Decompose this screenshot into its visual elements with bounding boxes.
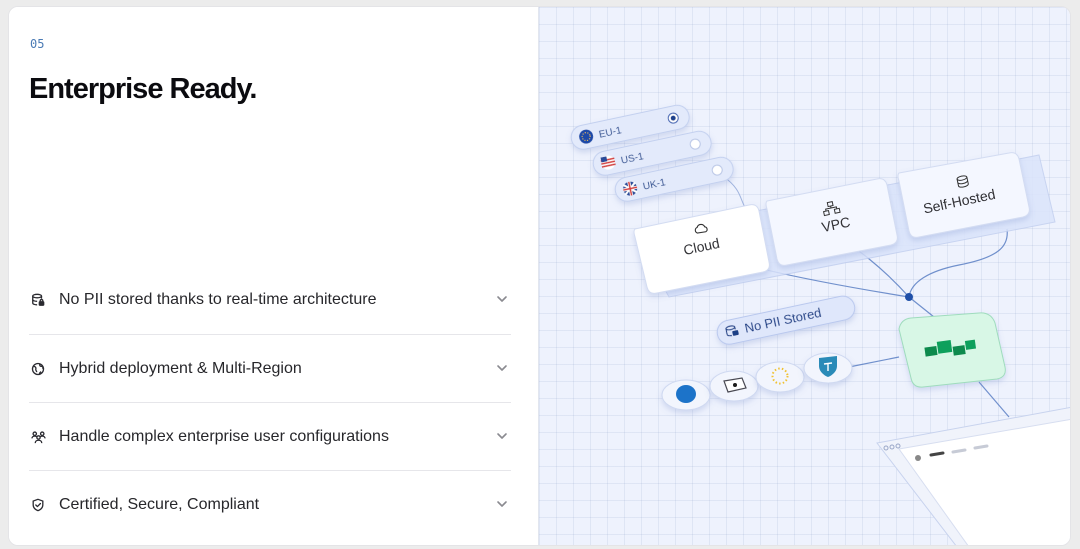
no-pii-stored-badge: No PII Stored — [716, 295, 856, 345]
accordion-item-user-configurations[interactable]: Handle complex enterprise user configura… — [29, 402, 511, 470]
chevron-down-icon — [495, 429, 509, 443]
app-window-mockup — [876, 407, 1070, 545]
shield-check-icon — [31, 497, 47, 513]
deployment-illustration: EU-1 US-1 UK-1 Cloud VPC Self-Hosted No … — [538, 7, 1070, 545]
certification-badge-blue-icon — [661, 379, 711, 411]
gdpr-eu-icon — [755, 361, 805, 393]
brand-logo-tile — [898, 312, 1006, 388]
chevron-down-icon — [495, 292, 509, 306]
section-title: Enterprise Ready. — [29, 73, 257, 105]
accordion-label: Hybrid deployment & Multi-Region — [59, 359, 302, 377]
feature-panel: 05 Enterprise Ready. No PII stored thank… — [9, 7, 538, 545]
certification-badges — [661, 352, 853, 411]
accordion-label: Certified, Secure, Compliant — [59, 495, 260, 513]
feature-accordion: No PII stored thanks to real-time archit… — [29, 266, 511, 538]
globe-icon — [31, 361, 47, 377]
accordion-label: Handle complex enterprise user configura… — [59, 427, 389, 445]
accordion-item-hybrid-deployment[interactable]: Hybrid deployment & Multi-Region — [29, 334, 511, 402]
chevron-down-icon — [495, 497, 509, 511]
shield-badge-icon — [803, 352, 853, 384]
accordion-item-certified[interactable]: Certified, Secure, Compliant — [29, 470, 511, 538]
chevron-down-icon — [495, 361, 509, 375]
section-number: 05 — [30, 37, 45, 51]
database-lock-icon — [31, 292, 47, 308]
enterprise-ready-card: 05 Enterprise Ready. No PII stored thank… — [8, 6, 1071, 546]
accordion-item-no-pii[interactable]: No PII stored thanks to real-time archit… — [29, 266, 511, 334]
accordion-label: No PII stored thanks to real-time archit… — [59, 291, 377, 308]
region-selector: EU-1 US-1 UK-1 — [570, 104, 734, 202]
users-icon — [31, 429, 47, 445]
certification-badge-seal-icon — [709, 370, 759, 402]
